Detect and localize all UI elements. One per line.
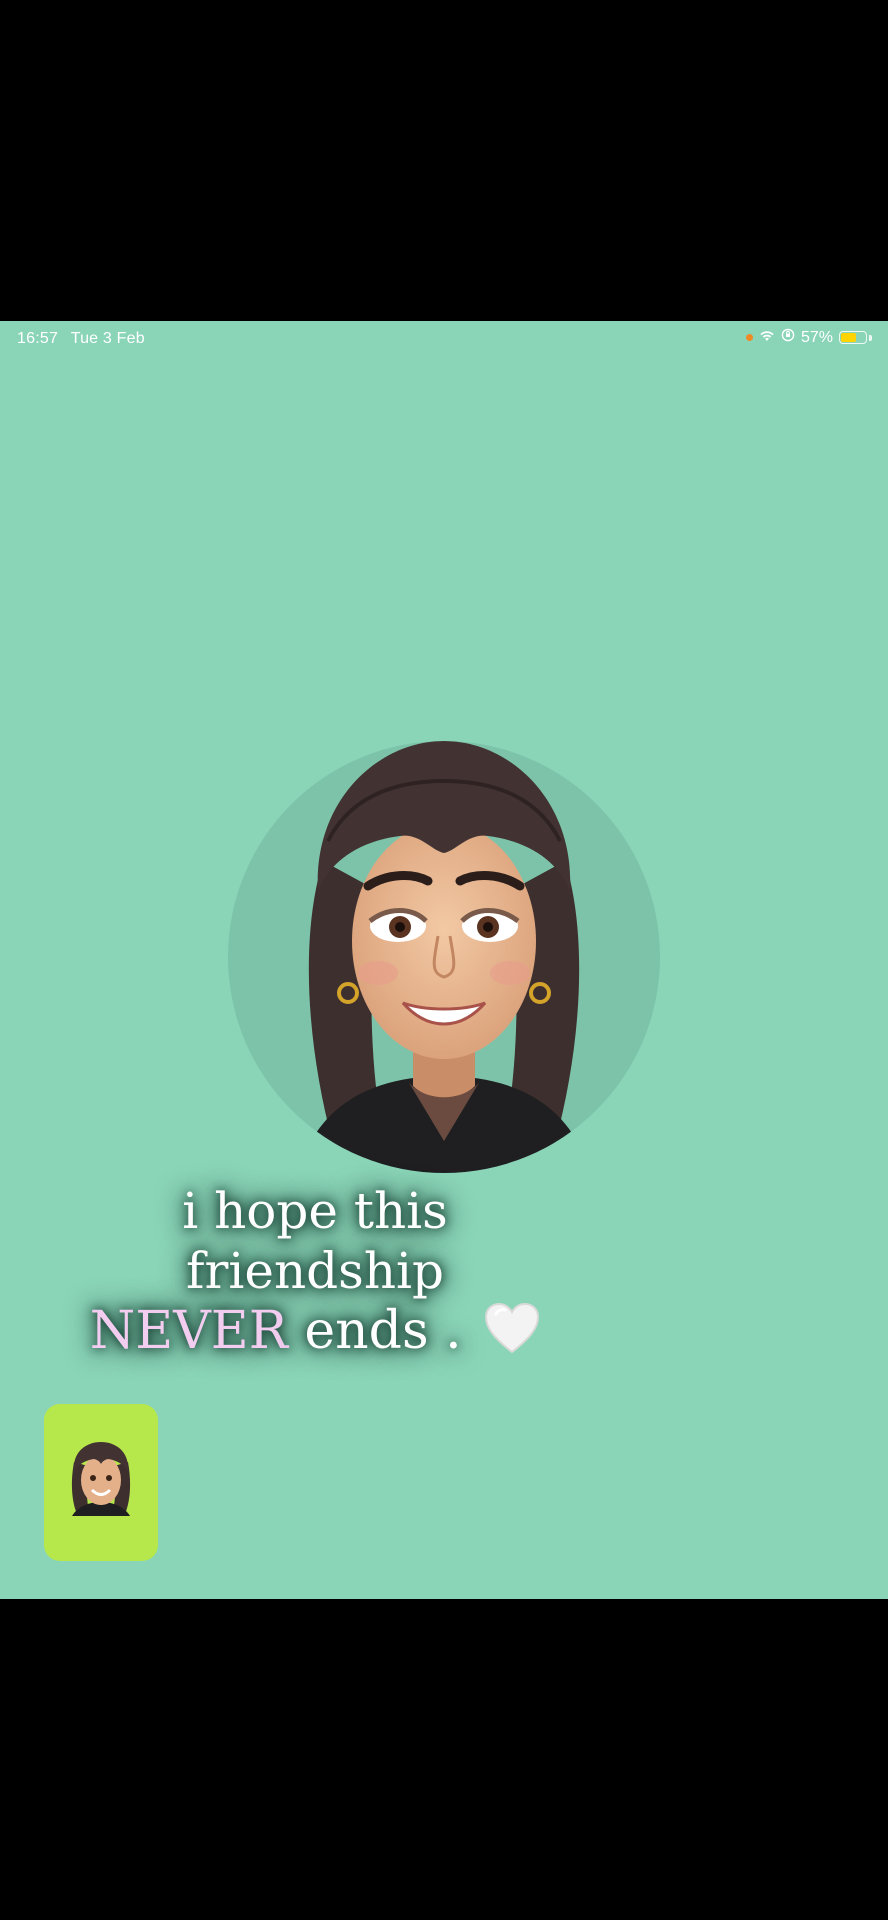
mini-avatar-icon xyxy=(71,1442,131,1516)
orientation-lock-icon xyxy=(781,328,795,347)
caption-highlight: NEVER xyxy=(89,1301,288,1361)
wifi-icon xyxy=(759,329,775,347)
status-bar: 16:57 Tue 3 Feb 57% xyxy=(0,321,888,357)
status-right: 57% xyxy=(745,328,872,347)
battery-percent: 57% xyxy=(800,328,833,346)
avatar-thumbnail-card[interactable] xyxy=(44,1404,158,1561)
status-left: 16:57 Tue 3 Feb xyxy=(17,330,145,348)
battery-fill xyxy=(841,333,856,342)
caption-line-2: NEVER ends . xyxy=(60,1301,570,1367)
caption-rest: ends . xyxy=(304,1301,462,1361)
caption-line-1: i hope this friendship xyxy=(182,1182,448,1300)
video-frame: 16:57 Tue 3 Feb 57% i hope this friendsh… xyxy=(0,321,888,1599)
battery-cap xyxy=(869,334,872,341)
status-time: 16:57 xyxy=(17,330,59,347)
caption-text: i hope this friendship NEVER ends . xyxy=(60,1181,570,1367)
orange-dot-icon xyxy=(745,334,753,341)
battery-icon xyxy=(839,331,867,344)
white-heart-icon xyxy=(484,1302,540,1367)
status-date: Tue 3 Feb xyxy=(70,330,145,347)
avatar-main xyxy=(228,741,660,1173)
